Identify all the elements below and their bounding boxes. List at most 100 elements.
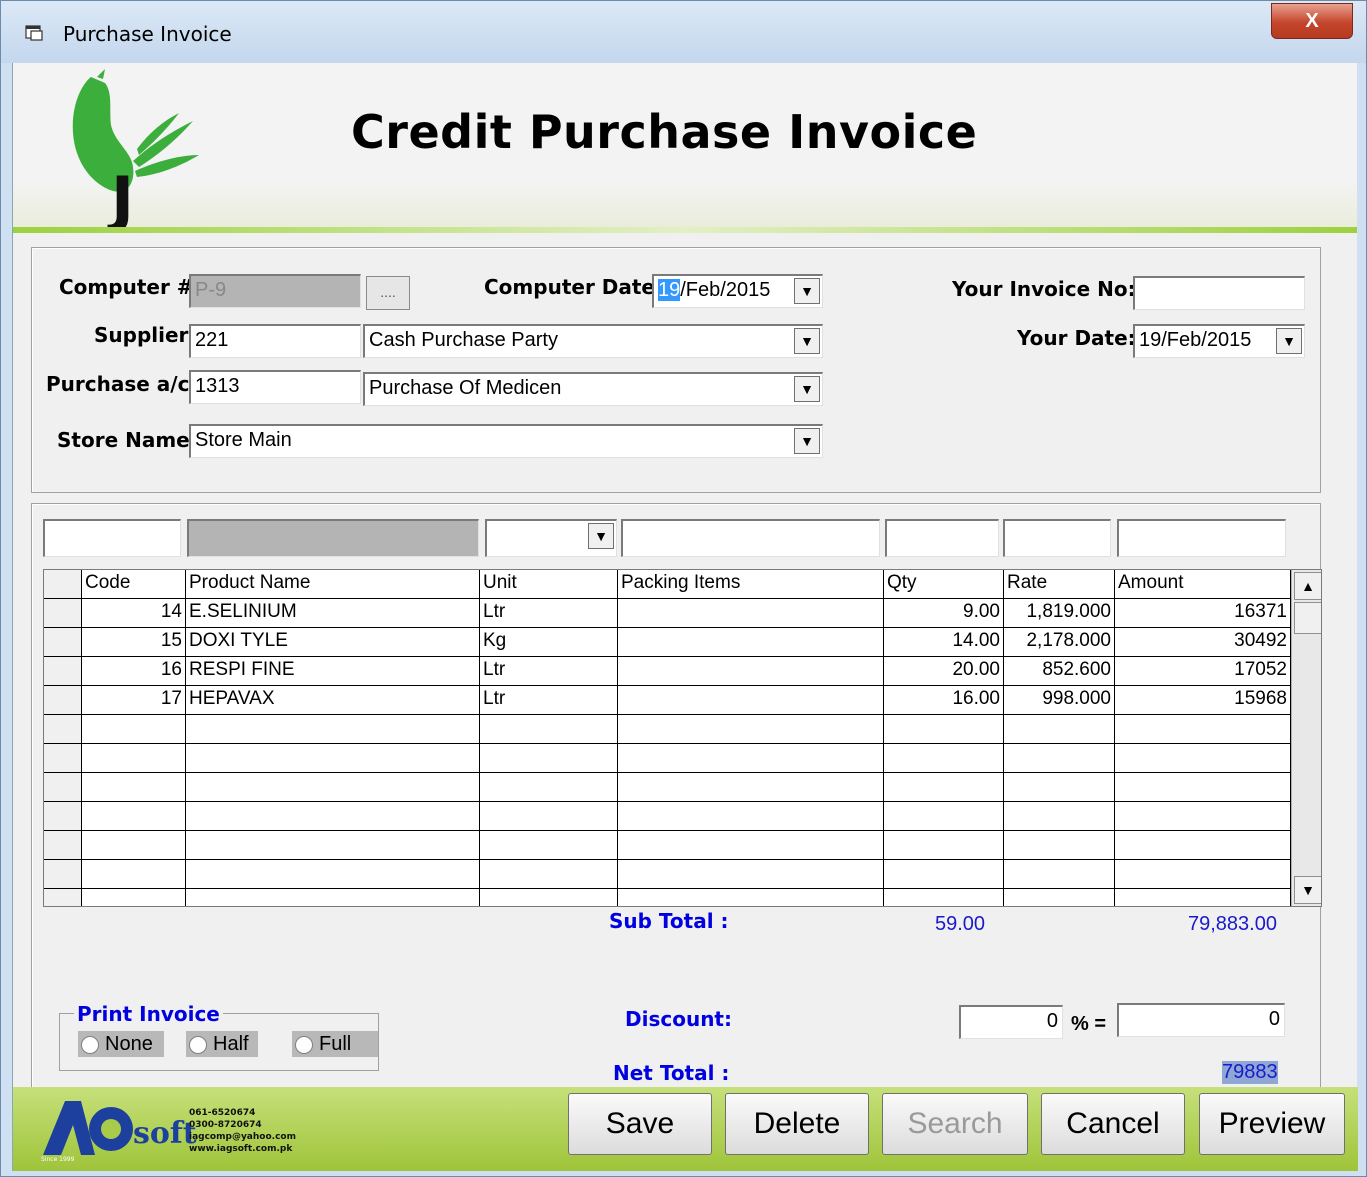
chevron-down-icon[interactable]: ▼ xyxy=(794,328,820,354)
empty-cell[interactable] xyxy=(618,773,884,802)
cell-rate[interactable]: 852.600 xyxy=(1004,657,1115,686)
cell-rate[interactable]: 2,178.000 xyxy=(1004,628,1115,657)
cell-code[interactable]: 16 xyxy=(82,657,186,686)
empty-cell[interactable] xyxy=(480,744,618,773)
empty-cell[interactable] xyxy=(1115,744,1291,773)
empty-cell[interactable] xyxy=(1115,802,1291,831)
empty-cell[interactable] xyxy=(186,889,480,906)
grid-header-unit[interactable]: Unit xyxy=(480,570,618,599)
row-selector[interactable] xyxy=(44,657,82,686)
empty-cell[interactable] xyxy=(1004,744,1115,773)
empty-cell[interactable] xyxy=(884,860,1004,889)
empty-cell[interactable] xyxy=(480,860,618,889)
grid-header-qty[interactable]: Qty xyxy=(884,570,1004,599)
radio-icon[interactable] xyxy=(189,1035,207,1054)
row-selector[interactable] xyxy=(44,715,82,744)
chevron-down-icon[interactable]: ▼ xyxy=(794,428,820,454)
chevron-down-icon[interactable]: ▼ xyxy=(794,278,820,304)
empty-cell[interactable] xyxy=(884,744,1004,773)
supplier-code-field[interactable]: 221 xyxy=(189,324,361,358)
empty-cell[interactable] xyxy=(82,831,186,860)
row-selector[interactable] xyxy=(44,802,82,831)
empty-cell[interactable] xyxy=(1115,831,1291,860)
scroll-up-arrow-icon[interactable]: ▲ xyxy=(1294,572,1321,600)
entry-unit-dropdown[interactable]: ▼ xyxy=(485,519,617,557)
empty-cell[interactable] xyxy=(480,831,618,860)
row-selector[interactable] xyxy=(44,860,82,889)
computer-no-field[interactable]: P-9 xyxy=(189,274,361,308)
cell-amount[interactable]: 17052 xyxy=(1115,657,1291,686)
grid-header-amount[interactable]: Amount xyxy=(1115,570,1291,599)
empty-cell[interactable] xyxy=(884,889,1004,906)
cell-rate[interactable]: 1,819.000 xyxy=(1004,599,1115,628)
grid-header-rate[interactable]: Rate xyxy=(1004,570,1115,599)
cell-qty[interactable]: 20.00 xyxy=(884,657,1004,686)
your-date-picker[interactable]: 19/Feb/2015 ▼ xyxy=(1133,324,1305,358)
empty-cell[interactable] xyxy=(82,744,186,773)
empty-cell[interactable] xyxy=(82,802,186,831)
empty-cell[interactable] xyxy=(618,715,884,744)
empty-cell[interactable] xyxy=(82,773,186,802)
empty-cell[interactable] xyxy=(186,773,480,802)
chevron-down-icon[interactable]: ▼ xyxy=(1276,328,1302,354)
row-selector[interactable] xyxy=(44,889,82,906)
cell-qty[interactable]: 9.00 xyxy=(884,599,1004,628)
store-name-dropdown[interactable]: Store Main ▼ xyxy=(189,424,823,458)
purchase-code-field[interactable]: 1313 xyxy=(189,370,361,404)
empty-cell[interactable] xyxy=(82,860,186,889)
row-selector[interactable] xyxy=(44,628,82,657)
cell-rate[interactable]: 998.000 xyxy=(1004,686,1115,715)
empty-cell[interactable] xyxy=(1115,889,1291,906)
browse-button[interactable]: .... xyxy=(366,276,410,310)
empty-cell[interactable] xyxy=(1115,715,1291,744)
radio-icon[interactable] xyxy=(295,1035,313,1054)
cell-unit[interactable]: Ltr xyxy=(480,686,618,715)
cancel-button[interactable]: Cancel xyxy=(1041,1093,1185,1155)
empty-cell[interactable] xyxy=(186,715,480,744)
cell-packing[interactable] xyxy=(618,599,884,628)
cell-amount[interactable]: 15968 xyxy=(1115,686,1291,715)
row-selector[interactable] xyxy=(44,744,82,773)
entry-rate-input[interactable] xyxy=(1003,519,1111,557)
cell-unit[interactable]: Ltr xyxy=(480,657,618,686)
computer-date-picker[interactable]: 19/Feb/2015 ▼ xyxy=(652,274,823,308)
cell-code[interactable]: 14 xyxy=(82,599,186,628)
radio-icon[interactable] xyxy=(81,1035,99,1054)
scroll-down-arrow-icon[interactable]: ▼ xyxy=(1294,876,1321,904)
grid-header-corner[interactable] xyxy=(44,570,82,599)
empty-cell[interactable] xyxy=(480,715,618,744)
empty-cell[interactable] xyxy=(82,889,186,906)
grid-header-code[interactable]: Code xyxy=(82,570,186,599)
your-invoice-field[interactable] xyxy=(1133,276,1305,310)
cell-code[interactable]: 15 xyxy=(82,628,186,657)
empty-cell[interactable] xyxy=(884,773,1004,802)
empty-cell[interactable] xyxy=(618,860,884,889)
print-option-full[interactable]: Full xyxy=(292,1031,378,1057)
cell-qty[interactable]: 14.00 xyxy=(884,628,1004,657)
empty-cell[interactable] xyxy=(1115,860,1291,889)
empty-cell[interactable] xyxy=(1004,889,1115,906)
chevron-down-icon[interactable]: ▼ xyxy=(588,523,614,549)
empty-cell[interactable] xyxy=(186,831,480,860)
row-selector[interactable] xyxy=(44,773,82,802)
row-selector[interactable] xyxy=(44,686,82,715)
empty-cell[interactable] xyxy=(618,744,884,773)
empty-cell[interactable] xyxy=(186,802,480,831)
print-option-none[interactable]: None xyxy=(78,1031,164,1057)
supplier-name-dropdown[interactable]: Cash Purchase Party ▼ xyxy=(363,324,823,358)
entry-product-input[interactable] xyxy=(187,519,479,557)
grid-header-product-name[interactable]: Product Name xyxy=(186,570,480,599)
search-button[interactable]: Search xyxy=(882,1093,1028,1155)
save-button[interactable]: Save xyxy=(568,1093,712,1155)
cell-packing[interactable] xyxy=(618,657,884,686)
row-selector[interactable] xyxy=(44,831,82,860)
cell-unit[interactable]: Kg xyxy=(480,628,618,657)
delete-button[interactable]: Delete xyxy=(725,1093,869,1155)
entry-packing-input[interactable] xyxy=(621,519,880,557)
entry-code-input[interactable] xyxy=(43,519,181,557)
discount-amount-field[interactable]: 0 xyxy=(1117,1003,1285,1037)
close-button[interactable]: X xyxy=(1271,3,1353,39)
empty-cell[interactable] xyxy=(618,889,884,906)
empty-cell[interactable] xyxy=(1004,831,1115,860)
empty-cell[interactable] xyxy=(618,802,884,831)
